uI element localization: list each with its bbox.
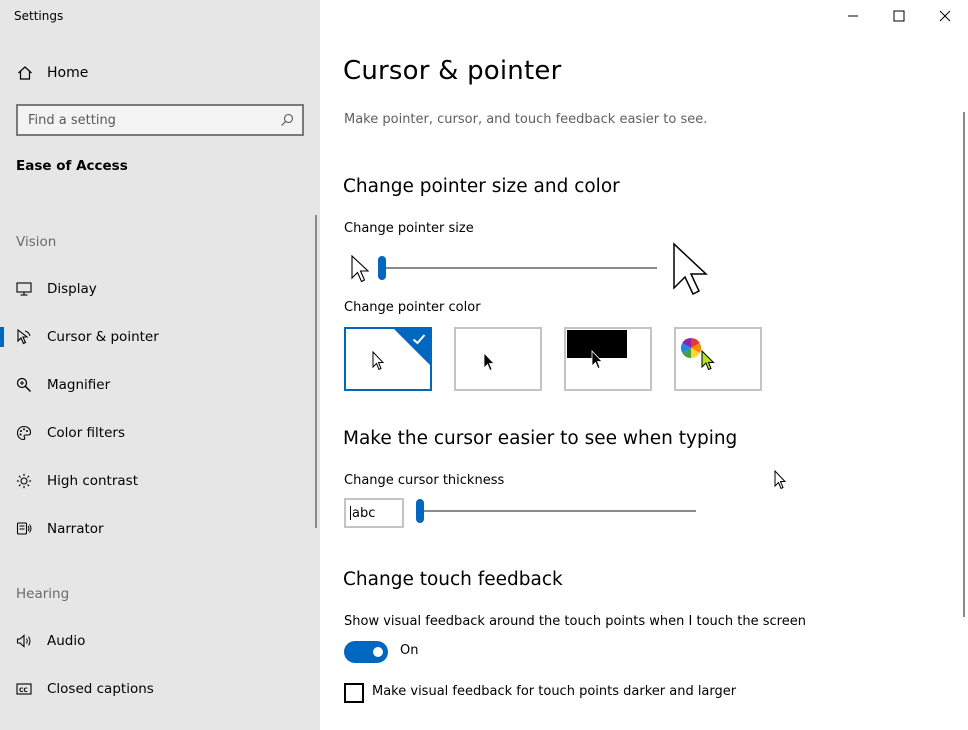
sidebar-item-label: Narrator [47, 521, 104, 537]
sidebar-item-magnifier[interactable]: Magnifier [0, 365, 316, 405]
home-nav-item[interactable]: Home [16, 62, 304, 84]
narrator-icon [14, 519, 34, 539]
cursor-thickness-slider-thumb[interactable] [416, 499, 424, 523]
sidebar-item-label: Audio [47, 633, 86, 649]
cursor-section-heading: Make the cursor easier to see when typin… [343, 428, 738, 449]
pointer-size-track[interactable] [382, 267, 657, 269]
svg-text:CC: CC [19, 687, 28, 694]
pointer-color-label: Change pointer color [344, 300, 481, 315]
sidebar: Settings Home Ease of Access Vision Disp… [0, 0, 320, 730]
color-wheel-icon [680, 337, 702, 363]
cursor-preview-text: abc [352, 505, 376, 521]
sidebar-item-audio[interactable]: Audio [0, 621, 316, 661]
sidebar-item-label: Cursor & pointer [47, 329, 159, 345]
sidebar-item-label: Closed captions [47, 681, 154, 697]
page-title: Cursor & pointer [343, 56, 562, 86]
captions-icon: CC [14, 679, 34, 699]
brightness-icon [14, 471, 34, 491]
group-label-vision: Vision [16, 234, 57, 250]
sidebar-item-narrator[interactable]: Narrator [0, 509, 316, 549]
speaker-icon [14, 631, 34, 651]
sidebar-item-closed-captions[interactable]: CC Closed captions [0, 669, 316, 709]
main-scrollbar[interactable] [963, 112, 965, 617]
cursor-pointer-icon [14, 327, 34, 347]
sidebar-scrollbar[interactable] [315, 215, 317, 528]
sidebar-item-label: High contrast [47, 473, 138, 489]
white-pointer-icon [372, 350, 385, 375]
pointer-size-slider-thumb[interactable] [378, 256, 386, 280]
search-input[interactable] [18, 112, 272, 128]
black-pointer-icon [483, 352, 495, 376]
inverted-pointer-icon [591, 350, 603, 374]
magnifier-icon [14, 375, 34, 395]
sidebar-item-label: Magnifier [47, 377, 111, 393]
sidebar-item-label: Color filters [47, 425, 125, 441]
pointer-size-label: Change pointer size [344, 221, 474, 236]
pointer-color-inverted[interactable] [564, 327, 652, 391]
large-pointer-icon [672, 242, 708, 300]
sidebar-item-high-contrast[interactable]: High contrast [0, 461, 316, 501]
darker-feedback-checkbox[interactable] [344, 683, 364, 703]
pointer-color-black[interactable] [454, 327, 542, 391]
page-description: Make pointer, cursor, and touch feedback… [344, 112, 708, 127]
home-icon [16, 64, 34, 82]
search-box[interactable] [16, 104, 304, 136]
darker-feedback-label: Make visual feedback for touch points da… [372, 684, 737, 699]
sidebar-item-display[interactable]: Display [0, 269, 316, 309]
palette-icon [14, 423, 34, 443]
cursor-thickness-track[interactable] [420, 510, 696, 512]
toggle-state-label: On [400, 643, 419, 658]
touch-feedback-label: Show visual feedback around the touch po… [344, 614, 806, 629]
pointer-color-white[interactable] [344, 327, 432, 391]
main-content: Cursor & pointer Make pointer, cursor, a… [320, 0, 968, 730]
touch-section-heading: Change touch feedback [343, 569, 563, 590]
app-title: Settings [14, 9, 64, 23]
section-title: Ease of Access [16, 158, 128, 174]
group-label-hearing: Hearing [16, 586, 70, 602]
sidebar-item-label: Display [47, 281, 97, 297]
pointer-section-heading: Change pointer size and color [343, 176, 620, 197]
touch-feedback-toggle[interactable] [344, 641, 388, 663]
checkmark-icon [411, 331, 427, 347]
display-icon [14, 279, 34, 299]
sidebar-item-cursor-pointer[interactable]: Cursor & pointer [0, 317, 316, 357]
home-label: Home [47, 65, 89, 81]
cursor-thickness-preview: abc [344, 498, 404, 528]
mouse-cursor-icon [774, 469, 788, 496]
text-caret [350, 506, 351, 520]
small-pointer-icon [351, 254, 370, 287]
pointer-color-custom[interactable] [674, 327, 762, 391]
lime-pointer-icon [701, 349, 715, 376]
sidebar-item-color-filters[interactable]: Color filters [0, 413, 316, 453]
search-icon[interactable] [272, 106, 302, 134]
cursor-thickness-label: Change cursor thickness [344, 473, 505, 488]
